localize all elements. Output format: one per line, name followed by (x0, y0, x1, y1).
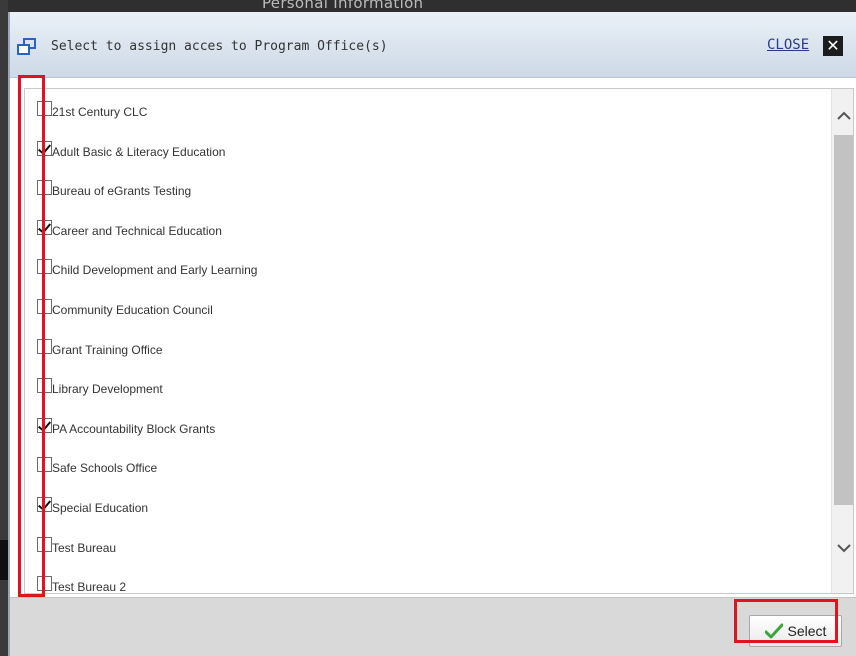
office-checkbox[interactable] (37, 378, 52, 394)
scroll-up-chevron-icon[interactable] (832, 105, 853, 129)
office-checkbox[interactable] (37, 417, 52, 433)
list-item[interactable]: Library Development (25, 378, 831, 422)
office-label: Test Bureau (52, 540, 117, 555)
list-item[interactable]: Grant Training Office (25, 338, 831, 383)
green-check-icon (764, 623, 783, 639)
office-checkbox[interactable] (37, 338, 52, 354)
office-label: Child Development and Early Learning (52, 263, 258, 278)
list-item[interactable]: Child Development and Early Learning (25, 259, 831, 303)
office-label: 21st Century CLC (52, 105, 148, 119)
office-label: PA Accountability Block Grants (52, 421, 216, 436)
dialog-titlebar: Select to assign acces to Program Office… (10, 12, 856, 78)
assign-program-office-dialog: Select to assign acces to Program Office… (8, 12, 856, 656)
select-button-label: Select (787, 623, 827, 639)
office-label: Test Bureau 2 (52, 580, 127, 594)
list-scrollbar[interactable] (831, 89, 853, 593)
scroll-thumb[interactable] (834, 135, 853, 505)
office-checkbox[interactable] (37, 536, 52, 552)
office-label: Grant Training Office (52, 342, 163, 357)
list-item[interactable]: Special Education (25, 497, 831, 541)
scroll-down-chevron-icon[interactable] (832, 537, 853, 561)
office-checkbox[interactable] (37, 180, 52, 196)
list-item[interactable]: Test Bureau 2 (25, 576, 831, 594)
program-office-list-frame: 21st Century CLC Adult Basic & Literacy E… (24, 88, 854, 594)
list-item[interactable]: 21st Century CLC (25, 101, 831, 145)
list-item[interactable]: Safe Schools Office (25, 457, 831, 501)
popup-window-icon (17, 38, 36, 55)
list-item[interactable]: PA Accountability Block Grants (25, 417, 831, 462)
office-checkbox[interactable] (37, 219, 52, 235)
office-checkbox[interactable] (37, 457, 52, 473)
office-checkbox[interactable] (37, 101, 52, 116)
close-link[interactable]: CLOSE (767, 37, 809, 53)
office-label: Safe Schools Office (52, 461, 158, 476)
background-left-edge-dark (0, 540, 8, 580)
office-label: Library Development (52, 382, 163, 397)
list-item[interactable]: Adult Basic & Literacy Education (25, 140, 831, 185)
select-button[interactable]: Select (749, 615, 842, 647)
dialog-footer: Select (10, 597, 856, 656)
list-item[interactable]: Test Bureau (25, 536, 831, 581)
office-checkbox[interactable] (37, 259, 52, 275)
list-item[interactable]: Community Education Council (25, 299, 831, 343)
office-checkbox[interactable] (37, 497, 52, 512)
list-item[interactable]: Career and Technical Education (25, 219, 831, 264)
close-icon[interactable]: ✕ (823, 36, 843, 56)
office-checkbox[interactable] (37, 576, 52, 592)
dialog-title: Select to assign acces to Program Office… (51, 39, 388, 54)
office-checkbox[interactable] (37, 299, 52, 314)
background-header-strip: Personal Information (0, 0, 856, 12)
office-label: Special Education (52, 501, 149, 515)
office-label: Career and Technical Education (52, 223, 222, 238)
background-section-heading: Personal Information (262, 0, 424, 12)
office-label: Bureau of eGrants Testing (52, 184, 192, 199)
list-item[interactable]: Bureau of eGrants Testing (25, 180, 831, 224)
office-label: Community Education Council (52, 303, 213, 317)
office-label: Adult Basic & Literacy Education (52, 144, 226, 159)
office-checkbox[interactable] (37, 140, 52, 156)
